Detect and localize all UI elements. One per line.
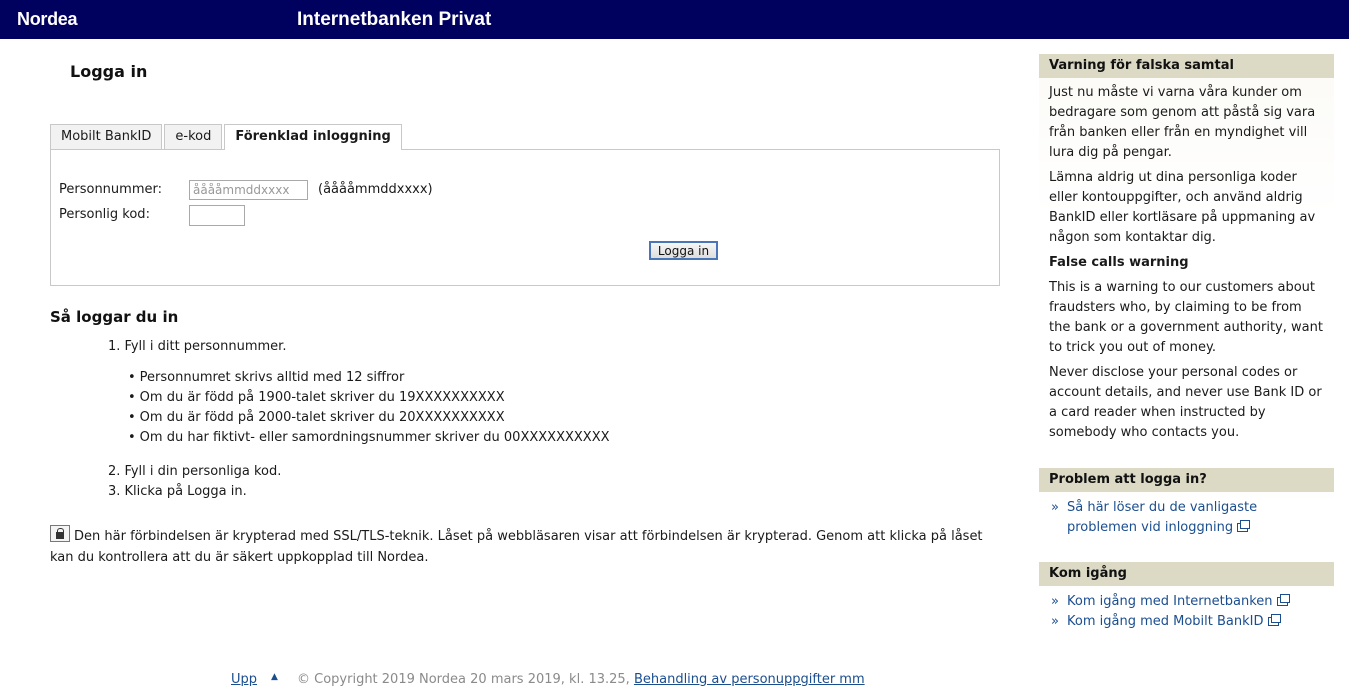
external-window-icon bbox=[1237, 520, 1251, 532]
warning-title: Varning för falska samtal bbox=[1039, 54, 1334, 78]
personnummer-label: Personnummer: bbox=[59, 182, 162, 197]
get-started-internetbanken-text[interactable]: Kom igång med Internetbanken bbox=[1067, 594, 1273, 609]
personnummer-format-hint: (ååååmmddxxxx) bbox=[318, 182, 433, 197]
howto-title: Så loggar du in bbox=[50, 308, 179, 326]
chevron-right-icon: » bbox=[1051, 614, 1059, 629]
howto-bullet-text: Om du har fiktivt- eller samordningsnumm… bbox=[139, 430, 610, 445]
copyright-text: © Copyright 2019 Nordea 20 mars 2019, kl… bbox=[297, 672, 630, 687]
chevron-right-icon: » bbox=[1051, 500, 1059, 515]
ssl-notice-text: Den här förbindelsen är krypterad med SS… bbox=[50, 529, 983, 565]
warning-text-sv-2: Lämna aldrig ut dina personliga koder el… bbox=[1049, 170, 1316, 245]
warning-text-en-1: This is a warning to our customers about… bbox=[1049, 280, 1323, 355]
get-started-title: Kom igång bbox=[1039, 562, 1334, 586]
problem-help-link-text[interactable]: Så här löser du de vanligaste problemen … bbox=[1067, 500, 1257, 535]
logga-in-button[interactable]: Logga in bbox=[649, 241, 718, 260]
arrow-up-icon[interactable]: ▲ bbox=[271, 672, 278, 682]
back-to-top-link[interactable]: Upp bbox=[231, 672, 257, 687]
top-header-bar: Nordea Internetbanken Privat bbox=[0, 0, 1349, 39]
personlig-kod-label: Personlig kod: bbox=[59, 207, 150, 222]
external-window-icon bbox=[1267, 614, 1281, 626]
howto-step-3: 3. Klicka på Logga in. bbox=[108, 484, 247, 499]
get-started-internetbanken-link[interactable]: » Kom igång med Internetbanken bbox=[1049, 592, 1324, 612]
tab-mobilt-bankid[interactable]: Mobilt BankID bbox=[50, 124, 163, 149]
howto-bullet: Om du är född på 1900-talet skriver du 1… bbox=[128, 390, 505, 405]
ssl-notice: Den här förbindelsen är krypterad med SS… bbox=[50, 525, 1005, 568]
howto-bullet: Om du har fiktivt- eller samordningsnumm… bbox=[128, 430, 610, 445]
personlig-kod-input[interactable] bbox=[189, 205, 245, 226]
howto-bullet-text: Personnumret skrivs alltid med 12 siffro… bbox=[139, 370, 405, 385]
get-started-box: Kom igång » Kom igång med Internetbanken… bbox=[1039, 562, 1334, 632]
problem-title: Problem att logga in? bbox=[1039, 468, 1334, 492]
tab-forenklad-inloggning[interactable]: Förenklad inloggning bbox=[224, 124, 402, 150]
personnummer-input[interactable] bbox=[189, 180, 308, 200]
privacy-link[interactable]: Behandling av personuppgifter mm bbox=[634, 672, 865, 687]
warning-text-sv-1: Just nu måste vi varna våra kunder om be… bbox=[1049, 85, 1316, 160]
problem-help-link[interactable]: » Så här löser du de vanligaste probleme… bbox=[1049, 498, 1324, 538]
lock-icon bbox=[50, 525, 70, 542]
false-calls-warning-box: Varning för falska samtal Just nu måste … bbox=[1039, 54, 1334, 457]
nordea-logo[interactable]: Nordea bbox=[17, 9, 78, 30]
warning-subtitle-en: False calls warning bbox=[1049, 255, 1189, 270]
footer-copyright: © Copyright 2019 Nordea 20 mars 2019, kl… bbox=[297, 672, 865, 687]
get-started-mobilt-bankid-text[interactable]: Kom igång med Mobilt BankID bbox=[1067, 614, 1264, 629]
login-method-tabs: Mobilt BankID e-kod Förenklad inloggning bbox=[50, 124, 404, 150]
external-window-icon bbox=[1276, 594, 1290, 606]
get-started-mobilt-bankid-link[interactable]: » Kom igång med Mobilt BankID bbox=[1049, 612, 1324, 632]
page-title: Logga in bbox=[70, 62, 148, 81]
login-problem-box: Problem att logga in? » Så här löser du … bbox=[1039, 468, 1334, 550]
howto-step-1: 1. Fyll i ditt personnummer. bbox=[108, 339, 287, 354]
tab-e-kod[interactable]: e-kod bbox=[164, 124, 223, 149]
howto-bullet-text: Om du är född på 1900-talet skriver du 1… bbox=[139, 390, 505, 405]
chevron-right-icon: » bbox=[1051, 594, 1059, 609]
howto-bullet-text: Om du är född på 2000-talet skriver du 2… bbox=[139, 410, 505, 425]
app-title: Internetbanken Privat bbox=[297, 9, 492, 30]
warning-text-en-2: Never disclose your personal codes or ac… bbox=[1049, 365, 1322, 440]
howto-bullet: Om du är född på 2000-talet skriver du 2… bbox=[128, 410, 505, 425]
howto-bullet: Personnumret skrivs alltid med 12 siffro… bbox=[128, 370, 405, 385]
howto-step-2: 2. Fyll i din personliga kod. bbox=[108, 464, 282, 479]
login-form: Personnummer: (ååååmmddxxxx) Personlig k… bbox=[50, 149, 1000, 286]
